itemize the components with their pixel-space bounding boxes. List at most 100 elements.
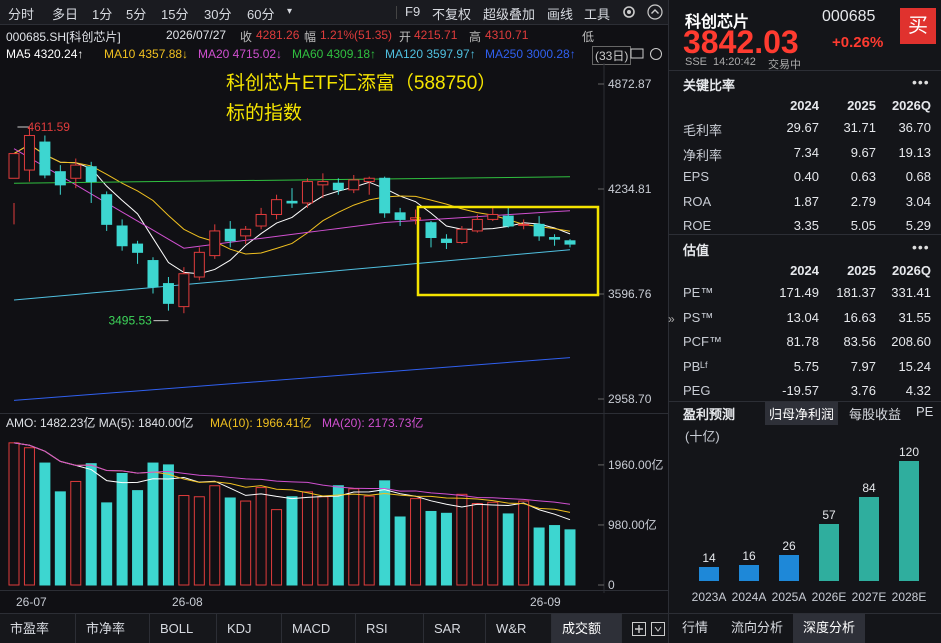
period-multiday[interactable]: 多日 — [52, 4, 78, 23]
tab-net-profit[interactable]: 归母净利润 — [765, 402, 839, 425]
valuation-value: 15.24 — [898, 358, 931, 374]
ma5-legend: MA5 4320.24↑ — [6, 47, 84, 61]
quote-time: 14:20:42 — [713, 56, 756, 68]
tab-pe[interactable]: 市盈率 — [0, 614, 76, 643]
volume-bar — [348, 488, 360, 586]
valuation-row: PS™ 13.04 16.63 31.55 — [683, 306, 937, 330]
candle-body — [533, 223, 545, 237]
overlay-button[interactable]: 超级叠加 — [483, 4, 535, 23]
tab-quote[interactable]: 行情 — [669, 614, 721, 643]
tab-macd[interactable]: MACD — [282, 614, 356, 643]
ma250-line — [13, 357, 571, 401]
ratio-value: 2.79 — [850, 193, 876, 209]
period-15min[interactable]: 15分 — [161, 4, 188, 23]
tab-pb[interactable]: 市净率 — [76, 614, 150, 643]
tab-amount[interactable]: 成交额 — [552, 614, 622, 643]
tab-boll[interactable]: BOLL — [150, 614, 217, 643]
settings-gear-icon[interactable] — [621, 4, 637, 20]
valuation-more-icon[interactable]: ••• — [912, 239, 930, 255]
key-ratios-title: 关键比率 — [683, 78, 736, 93]
period-60min[interactable]: 60分 — [247, 4, 274, 23]
tab-flow[interactable]: 流向分析 — [721, 614, 793, 643]
candle-body — [456, 228, 468, 243]
ratio-row: 毛利率 29.67 31.71 36.70 — [683, 116, 937, 140]
val-year-2026q: 2026Q — [891, 263, 931, 278]
valuation-label: PS™ — [683, 309, 714, 325]
collapse-up-icon[interactable] — [647, 4, 663, 20]
valuation-value: -19.57 — [782, 383, 819, 398]
volume-bar — [101, 502, 113, 586]
ratio-label: 毛利率 — [683, 123, 723, 138]
close-label: 收 — [240, 30, 253, 44]
candle-body — [518, 223, 530, 226]
tools-button[interactable]: 工具 — [584, 4, 610, 23]
candle-body — [39, 141, 51, 176]
valuation-row: PCF™ 81.78 83.56 208.60 — [683, 330, 937, 354]
x-label-sep: 26-09 — [530, 595, 561, 609]
candle-body — [209, 230, 221, 257]
panel-toggle-icon[interactable] — [651, 622, 665, 636]
candle-body — [348, 179, 360, 191]
indicator-tabs: 市盈率 市净率 BOLL KDJ MACD RSI SAR W&R 成交额 — [0, 613, 668, 643]
ratio-value: 1.87 — [793, 193, 819, 209]
ratio-value: 7.34 — [793, 144, 819, 160]
date-axis: 26-07 26-08 26-09 — [0, 590, 668, 612]
ratio-label: ROE — [683, 218, 712, 233]
volume-bar — [132, 490, 144, 586]
tab-wr[interactable]: W&R — [486, 614, 552, 643]
valuation-value: 5.75 — [793, 358, 819, 374]
adjust-button[interactable]: 不复权 — [432, 4, 471, 23]
candle-body — [8, 153, 20, 179]
draw-button[interactable]: 画线 — [547, 4, 573, 23]
forecast-chart: 14 2023A 16 2024A 26 2025A 57 2026E 84 2027E 120 20… — [692, 445, 927, 604]
high-label: 高 — [469, 30, 482, 44]
exchange-label: SSE — [685, 56, 708, 68]
ratio-value: 0.63 — [850, 169, 876, 184]
volume-bar — [518, 500, 530, 586]
tab-depth[interactable]: 深度分析 — [793, 614, 865, 643]
candle-body — [379, 177, 391, 214]
ratio-value: 9.67 — [850, 144, 876, 160]
ma120-line — [13, 249, 571, 301]
valuation-value: 7.97 — [850, 358, 876, 374]
val-year-2025: 2025 — [847, 263, 876, 278]
candle-body — [85, 166, 97, 183]
f9-button[interactable]: F9 — [405, 4, 420, 19]
candle-body — [54, 171, 66, 186]
period-dropdown-icon[interactable]: ▾ — [287, 6, 292, 17]
period-intraday[interactable]: 分时 — [8, 4, 34, 23]
tab-kdj[interactable]: KDJ — [217, 614, 282, 643]
kline-chart[interactable]: 4872.87 4234.81 3596.76 2958.70 4611.59 3495… — [0, 63, 668, 413]
ratio-label: 净利率 — [683, 147, 723, 163]
volume-bar — [271, 509, 283, 586]
period-5min[interactable]: 5分 — [126, 4, 146, 23]
key-ratios-more-icon[interactable]: ••• — [912, 74, 930, 90]
ratio-value: 5.05 — [850, 218, 876, 233]
tab-forecast-pe[interactable]: PE — [916, 404, 933, 419]
candle-body — [178, 273, 190, 308]
tab-sar[interactable]: SAR — [424, 614, 486, 643]
chart-settings-icon[interactable] — [630, 47, 644, 61]
panel-collapse-icon[interactable]: » — [668, 300, 678, 340]
volume-chart[interactable]: AMO: 1482.23亿 MA(5): 1840.00亿 MA(10): 19… — [0, 413, 668, 593]
forecast-value: 120 — [899, 445, 919, 459]
tab-rsi[interactable]: RSI — [356, 614, 424, 643]
volume-bar — [410, 498, 422, 586]
valuation-label: PBᴸᶠ — [683, 358, 708, 374]
ratio-value: 0.68 — [905, 169, 931, 184]
tab-eps[interactable]: 每股收益 — [849, 404, 901, 423]
ratio-year-2026q: 2026Q — [891, 98, 931, 113]
weather-icon[interactable] — [649, 47, 663, 61]
candle-body — [549, 237, 561, 240]
volume-bar — [440, 512, 452, 586]
add-indicator-icon[interactable] — [632, 622, 646, 636]
valuation-value: 83.56 — [843, 334, 876, 349]
valuation-row: PEG -19.57 3.76 4.32 — [683, 379, 937, 403]
valuation-value: 16.63 — [843, 309, 876, 325]
period-1min[interactable]: 1分 — [92, 4, 112, 23]
ma10-legend: MA10 4357.88↓ — [104, 47, 189, 61]
y-tick-label: 4234.81 — [608, 182, 652, 196]
period-30min[interactable]: 30分 — [204, 4, 231, 23]
low-label: 低 — [582, 30, 595, 44]
buy-button[interactable]: 买 — [900, 8, 936, 44]
